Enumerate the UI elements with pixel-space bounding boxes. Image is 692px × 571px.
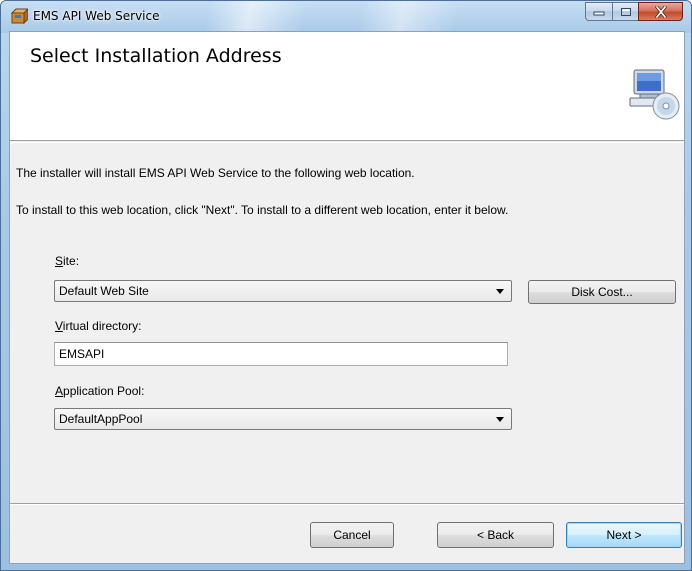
- site-label-mnemonic: S: [55, 254, 64, 268]
- virtual-directory-field[interactable]: [54, 342, 508, 366]
- disk-cost-button[interactable]: Disk Cost...: [528, 280, 676, 304]
- application-pool-select[interactable]: DefaultAppPool: [54, 408, 512, 430]
- virtual-directory-label-text: irtual directory:: [62, 319, 142, 333]
- installer-box-icon: [10, 7, 30, 25]
- site-label: Site:: [55, 254, 79, 268]
- application-pool-label-mnemonic: A: [55, 384, 64, 398]
- site-label-text: ite:: [63, 254, 80, 268]
- minimize-button[interactable]: [585, 2, 612, 21]
- virtual-directory-label: Virtual directory:: [55, 319, 142, 333]
- minimize-icon: [593, 11, 605, 15]
- window-controls: [585, 2, 683, 21]
- maximize-button[interactable]: [612, 2, 638, 21]
- maximize-icon: [620, 7, 631, 16]
- application-pool-label-text: pplication Pool:: [63, 384, 145, 398]
- chevron-down-icon: [496, 417, 504, 422]
- next-button[interactable]: Next >: [566, 522, 682, 548]
- site-select-value: Default Web Site: [59, 284, 149, 298]
- banner-divider: [10, 142, 684, 143]
- application-pool-label: Application Pool:: [55, 384, 144, 398]
- intro-text-line2: To install to this web location, click "…: [16, 203, 509, 217]
- cancel-button[interactable]: Cancel: [310, 522, 394, 548]
- close-icon: [654, 5, 667, 18]
- footer-divider-highlight: [10, 504, 684, 505]
- close-button[interactable]: [638, 2, 683, 21]
- virtual-directory-label-mnemonic: V: [55, 319, 63, 333]
- computer-cd-icon: [628, 66, 680, 122]
- chevron-down-icon: [496, 289, 504, 294]
- site-select[interactable]: Default Web Site: [54, 280, 512, 302]
- dialog-client: Select Installation Address The installe…: [9, 31, 685, 564]
- title-bar[interactable]: EMS API Web Service: [1, 1, 691, 33]
- installer-window: EMS API Web Service Select Installation …: [0, 0, 692, 571]
- virtual-directory-input[interactable]: [55, 343, 507, 365]
- application-pool-select-value: DefaultAppPool: [59, 412, 143, 426]
- header-banner: Select Installation Address: [10, 32, 684, 141]
- intro-text-line1: The installer will install EMS API Web S…: [16, 166, 415, 180]
- page-title: Select Installation Address: [30, 45, 282, 67]
- window-title: EMS API Web Service: [33, 9, 160, 23]
- back-button[interactable]: < Back: [437, 522, 554, 548]
